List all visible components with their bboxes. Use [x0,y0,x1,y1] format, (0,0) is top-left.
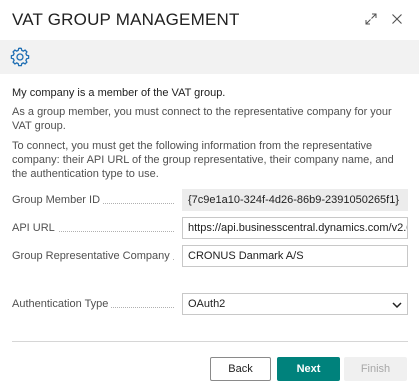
group-rep-company-row: Group Representative Company CRONUS Danm… [12,245,408,267]
group-member-id-field: {7c9e1a10-324f-4d26-86b9-2391050265f1} [182,189,408,211]
intro-paragraph-1: As a group member, you must connect to t… [12,106,392,132]
back-button[interactable]: Back [210,357,271,381]
dialog-titlebar: VAT GROUP MANAGEMENT [0,0,419,40]
intro-section: My company is a member of the VAT group.… [12,86,408,187]
intro-paragraph-2: To connect, you must get the following i… [12,140,394,180]
footer-divider [12,341,408,342]
expand-icon[interactable] [360,8,382,30]
vat-group-dialog: VAT GROUP MANAGEMENT My company is a mem… [0,0,419,392]
intro-heading: My company is a member of the VAT group. [12,87,226,99]
dialog-toolbar [0,40,419,74]
group-member-id-label: Group Member ID [12,194,180,206]
close-icon[interactable] [386,8,408,30]
gear-icon[interactable] [10,47,30,67]
api-url-input[interactable]: https://api.businesscentral.dynamics.com… [182,217,408,239]
group-rep-company-input[interactable]: CRONUS Danmark A/S [182,245,408,267]
api-url-row: API URL https://api.businesscentral.dyna… [12,217,408,239]
auth-type-label: Authentication Type [12,298,180,310]
auth-type-select[interactable]: OAuth2 [182,293,408,315]
chevron-down-icon [392,302,402,309]
next-button[interactable]: Next [277,357,340,381]
finish-button[interactable]: Finish [344,357,407,381]
auth-type-value: OAuth2 [188,298,226,310]
group-member-id-row: Group Member ID {7c9e1a10-324f-4d26-86b9… [12,189,408,211]
api-url-label: API URL [12,222,180,234]
dialog-title: VAT GROUP MANAGEMENT [12,10,240,29]
group-rep-company-label: Group Representative Company [12,250,180,262]
auth-type-row: Authentication Type OAuth2 [12,293,408,315]
